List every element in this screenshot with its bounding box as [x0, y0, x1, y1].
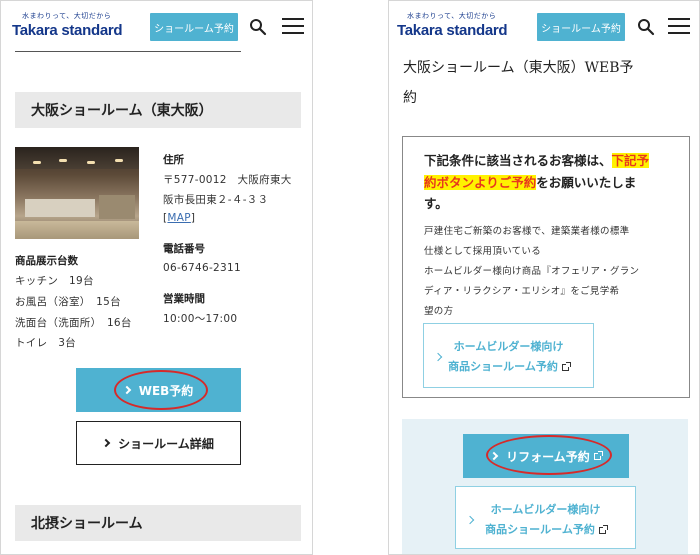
site-header: 水まわりって、大切だから Takara standard ショールーム予約: [389, 1, 699, 51]
logo-tagline: 水まわりって、大切だから: [407, 12, 497, 20]
notice-highlight-1: 下記予: [611, 153, 650, 168]
right-screenshot-panel: 水まわりって、大切だから Takara standard ショールーム予約 大阪…: [388, 0, 700, 555]
condition-line-3: ホームビルダー様向け商品『オフェリア・グラン: [424, 266, 640, 277]
external-link-icon: [598, 524, 608, 534]
hamburger-menu-icon[interactable]: [282, 17, 304, 35]
condition-line-2: 仕様として採用頂いている: [424, 246, 542, 257]
hamburger-menu-icon[interactable]: [668, 17, 690, 35]
map-link-wrapper: [MAP]: [163, 212, 195, 224]
red-circle-annotation: [486, 435, 612, 475]
site-header: 水まわりって、大切だから Takara standard ショールーム予約: [1, 1, 312, 51]
showroom-reserve-button[interactable]: ショールーム予約: [537, 13, 625, 41]
builder-button-2-line-1: ホームビルダー様向け: [490, 503, 601, 516]
takara-standard-logo[interactable]: 水まわりって、大切だから Takara standard: [397, 11, 508, 39]
search-icon[interactable]: [637, 18, 655, 36]
hours-label: 営業時間: [163, 293, 205, 305]
notice-highlight-2: 約ボタンよりご予約: [424, 175, 537, 190]
condition-line-5: 望の方: [424, 306, 454, 317]
condition-line-4: ディア・リラクシア・エリシオ』をご見学希: [424, 286, 620, 297]
page-title-line-2: 約: [403, 90, 417, 106]
display-item-kitchen: キッチン 19台: [15, 275, 94, 287]
chevron-right-icon: [101, 438, 111, 448]
phone-number[interactable]: 06-6746-2311: [163, 262, 241, 274]
condition-line-1: 戸建住宅ご新築のお客様で、建築業者様の標準: [424, 226, 630, 237]
display-item-washbasin: 洗面台（洗面所） 16台: [15, 317, 132, 329]
showroom-photo: [15, 147, 139, 239]
logo-text: Takara standard: [397, 22, 508, 39]
builder-button-line-1: ホームビルダー様向け: [453, 340, 564, 353]
page-title-line-1: 大阪ショールーム（東大阪）WEB予: [403, 60, 634, 76]
logo-tagline: 水まわりって、大切だから: [22, 12, 112, 20]
reservation-notice-box: 下記条件に該当されるお客様は、下記予 約ボタンよりご予約をお願いいたしま す。 …: [402, 136, 690, 398]
map-link[interactable]: MAP: [167, 212, 190, 224]
notice-line-1: 下記条件に該当されるお客様は、下記予: [424, 153, 650, 168]
showroom-details-label: ショールーム詳細: [118, 436, 214, 451]
builder-button-line-2: 商品ショールーム予約: [424, 358, 593, 374]
display-item-bath: お風呂（浴室） 15台: [15, 296, 121, 308]
business-hours: 10:00〜17:00: [163, 313, 238, 325]
display-item-toilet: トイレ 3台: [15, 337, 76, 349]
address-line-2: 阪市長田東２-４-３３: [163, 194, 269, 206]
notice-line-3: す。: [424, 196, 448, 211]
section-title-hokusetsu: 北摂ショールーム: [15, 505, 301, 541]
divider: [15, 51, 241, 52]
notice-line-2: 約ボタンよりご予約をお願いいたしま: [424, 175, 637, 190]
builder-showroom-reserve-button[interactable]: ホームビルダー様向け 商品ショールーム予約: [423, 323, 594, 388]
phone-label: 電話番号: [163, 243, 205, 255]
builder-showroom-reserve-button-2[interactable]: ホームビルダー様向け 商品ショールーム予約: [455, 486, 636, 549]
section-title-osaka: 大阪ショールーム（東大阪）: [15, 92, 301, 128]
red-circle-annotation: [114, 370, 208, 410]
address-label: 住所: [163, 154, 184, 166]
search-icon[interactable]: [249, 18, 267, 36]
takara-standard-logo[interactable]: 水まわりって、大切だから Takara standard: [12, 11, 123, 39]
logo-text: Takara standard: [12, 22, 123, 39]
showroom-details-button[interactable]: ショールーム詳細: [76, 421, 241, 465]
left-screenshot-panel: 水まわりって、大切だから Takara standard ショールーム予約 大阪…: [0, 0, 313, 555]
showroom-reserve-button[interactable]: ショールーム予約: [150, 13, 238, 41]
external-link-icon: [561, 361, 571, 371]
map-bracket-close: ]: [190, 212, 196, 224]
builder-button-2-line-2: 商品ショールーム予約: [456, 521, 635, 537]
address-line-1: 〒577-0012 大阪府東大: [163, 174, 292, 186]
display-count-label: 商品展示台数: [15, 255, 78, 267]
